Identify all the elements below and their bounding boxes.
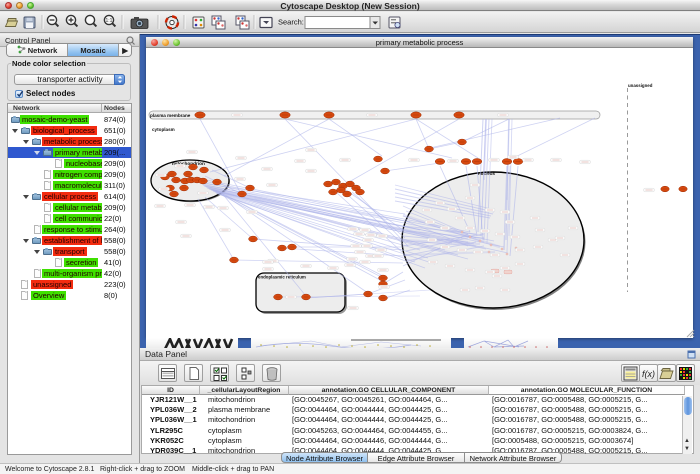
svg-text:unassigned: unassigned xyxy=(628,83,653,88)
svg-text:plasma membrane: plasma membrane xyxy=(150,113,191,118)
svg-text:1:1: 1:1 xyxy=(106,18,113,24)
svg-text:endoplasmic reticulum: endoplasmic reticulum xyxy=(258,275,306,280)
svg-text:Search:: Search: xyxy=(278,18,304,27)
svg-text:cytoplasm: cytoplasm xyxy=(152,127,175,132)
svg-text:f(x): f(x) xyxy=(642,369,655,379)
